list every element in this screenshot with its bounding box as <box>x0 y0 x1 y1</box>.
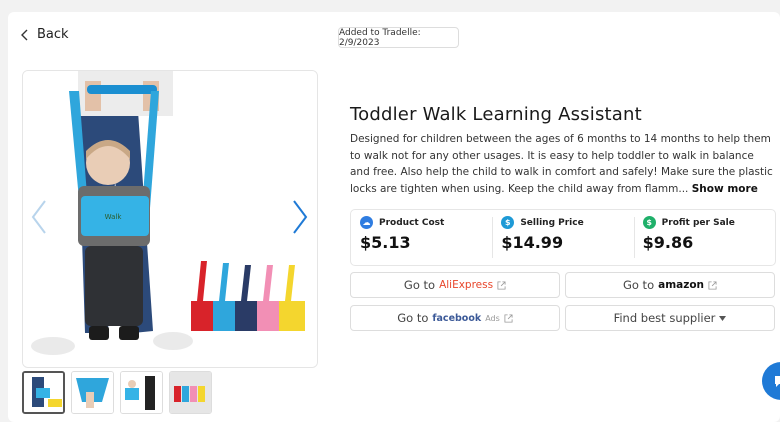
button-prefix: Go to <box>397 311 429 325</box>
back-button[interactable]: Back <box>20 27 69 42</box>
price-tag-icon: $ <box>501 216 515 229</box>
product-cost-icon: ☁ <box>360 216 373 229</box>
svg-text:Walk: Walk <box>105 213 123 221</box>
metric-selling-price: $ Selling Price $14.99 <box>492 210 633 265</box>
go-to-amazon-button[interactable]: Go to amazon <box>565 272 775 298</box>
chevron-right-icon <box>293 200 308 234</box>
amazon-logo: amazon <box>658 279 705 291</box>
metric-label: Selling Price <box>520 217 584 228</box>
button-prefix: Go to <box>622 278 655 292</box>
external-link-icon <box>708 280 717 290</box>
show-more-link[interactable]: Show more <box>692 183 758 195</box>
find-best-supplier-button[interactable]: Find best supplier <box>565 305 775 331</box>
product-description: Designed for children between the ages o… <box>350 131 775 197</box>
thumbnail-3[interactable] <box>120 371 163 414</box>
aliexpress-logo: AliExpress <box>439 279 494 291</box>
caret-down-icon <box>719 315 727 321</box>
go-to-aliexpress-button[interactable]: Go to AliExpress <box>350 272 560 298</box>
thumbnail-strip <box>22 371 212 414</box>
go-to-facebook-ads-button[interactable]: Go to facebook Ads <box>350 305 560 331</box>
thumbnail-image <box>170 372 211 413</box>
chat-icon <box>775 376 780 387</box>
metric-label: Profit per Sale <box>661 217 735 228</box>
thumbnail-1[interactable] <box>22 371 65 414</box>
next-image-arrow[interactable] <box>290 198 310 236</box>
added-date-badge: Added to Tradelle: 2/9/2023 <box>338 27 459 48</box>
prev-image-arrow[interactable] <box>29 198 49 236</box>
metrics-card: ☁ Product Cost $5.13 $ Selling Price $14… <box>350 209 776 266</box>
product-title: Toddler Walk Learning Assistant <box>350 104 642 125</box>
metric-value: $14.99 <box>501 233 564 252</box>
facebook-logo: facebook <box>432 312 482 324</box>
find-supplier-label: Find best supplier <box>613 311 716 325</box>
thumbnail-image <box>24 373 63 412</box>
external-link-icon <box>504 313 513 323</box>
button-prefix: Go to <box>403 278 436 292</box>
main-product-image[interactable]: Walk <box>22 70 318 368</box>
metric-value: $9.86 <box>642 233 694 252</box>
metric-value: $5.13 <box>360 233 411 252</box>
thumbnail-image <box>121 372 162 413</box>
money-bag-icon: $ <box>642 216 656 229</box>
external-link-icon <box>497 280 506 290</box>
thumbnail-4[interactable] <box>169 371 212 414</box>
chevron-left-icon <box>21 29 28 40</box>
metric-label: Product Cost <box>379 217 445 228</box>
thumbnail-image <box>72 372 113 413</box>
thumbnail-2[interactable] <box>71 371 114 414</box>
back-label: Back <box>37 27 69 42</box>
metric-profit-per-sale: $ Profit per Sale $9.86 <box>633 210 775 265</box>
ads-label: Ads <box>485 313 500 323</box>
product-photo: Walk <box>23 71 317 367</box>
metric-product-cost: ☁ Product Cost $5.13 <box>351 210 492 265</box>
chevron-left-icon <box>31 200 46 234</box>
